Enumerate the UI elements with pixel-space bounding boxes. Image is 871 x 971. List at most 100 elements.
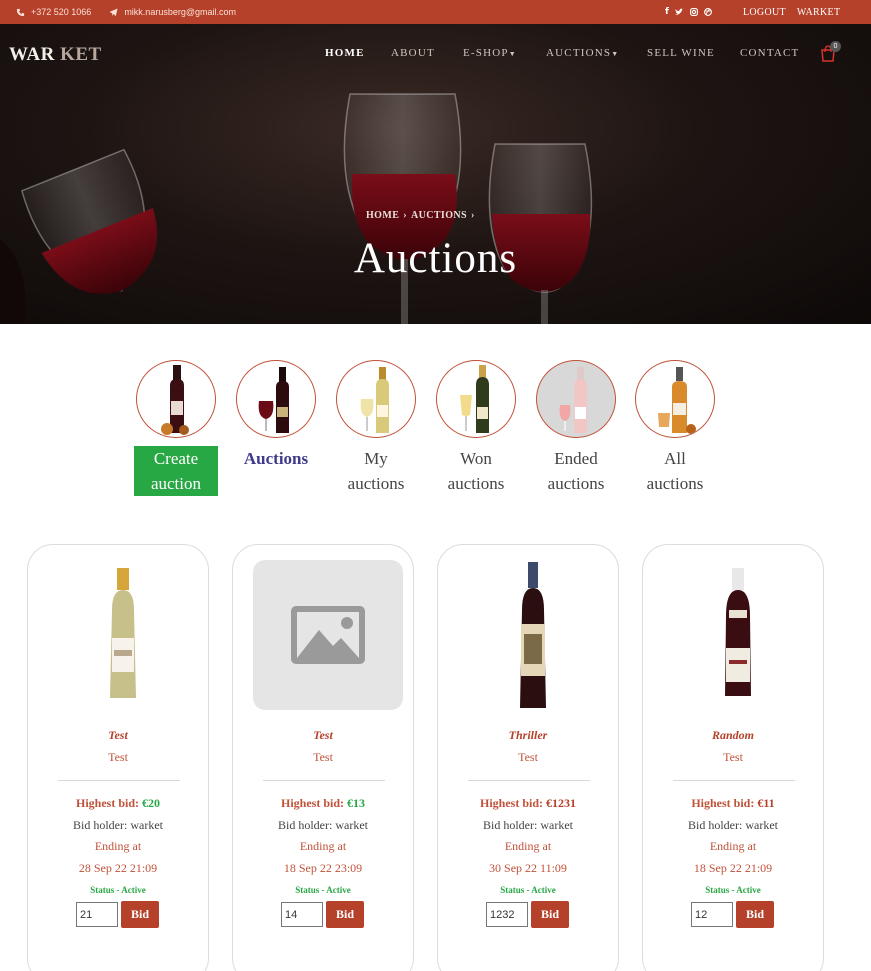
email-address[interactable]: mikk.narusberg@gmail.com	[124, 7, 236, 17]
highest-bid: Highest bid: €1231	[438, 796, 618, 811]
wine-bottle-glass-icon	[236, 360, 316, 438]
auction-title[interactable]: Test	[28, 728, 208, 743]
burgundy-bottle-image[interactable]	[663, 560, 813, 710]
social-links: f	[665, 0, 712, 24]
highest-bid-amount: €20	[142, 796, 160, 810]
bid-button[interactable]: Bid	[326, 901, 364, 928]
category-won-auctions[interactable]: Won auctions	[426, 360, 526, 496]
auction-description: Test	[723, 750, 743, 764]
user-link[interactable]: WARKET	[797, 7, 840, 18]
top-contact-bar: +372 520 1066 mikk.narusberg@gmail.com f…	[0, 0, 871, 24]
ending-date: 18 Sep 22 21:09	[693, 861, 773, 875]
divider	[58, 780, 180, 781]
highest-bid-amount: €11	[757, 796, 775, 810]
caret-down-icon: ▼	[508, 50, 517, 58]
nav-auctions[interactable]: AUCTIONS▼	[546, 47, 619, 59]
ending-date: 28 Sep 22 21:09	[78, 861, 158, 875]
dribbble-icon[interactable]	[703, 8, 712, 16]
chevron-right-icon: ›	[471, 210, 475, 221]
category-create-auction[interactable]: Create auction	[126, 360, 226, 496]
ending-label: Ending at	[504, 839, 552, 853]
breadcrumb-home[interactable]: HOME	[366, 210, 399, 221]
category-label-line1: Auctions	[243, 449, 309, 468]
bid-button[interactable]: Bid	[736, 901, 774, 928]
logout-link[interactable]: LOGOUT	[743, 7, 786, 18]
status-badge: Status - Active	[705, 885, 761, 895]
category-label-line2: auctions	[646, 474, 704, 493]
ending-date: 30 Sep 22 11:09	[489, 861, 567, 875]
contact-info: +372 520 1066 mikk.narusberg@gmail.com	[16, 0, 236, 24]
image-placeholder-icon	[291, 606, 365, 664]
twitter-icon[interactable]	[674, 8, 684, 16]
bid-form: Bid	[76, 901, 159, 928]
divider	[263, 780, 385, 781]
bid-form: Bid	[691, 901, 774, 928]
category-all-auctions[interactable]: All auctions	[625, 360, 725, 496]
auction-card: Thriller Test Highest bid: €1231 Bid hol…	[437, 544, 619, 971]
brand-part1: WAR	[9, 44, 55, 65]
bid-button[interactable]: Bid	[121, 901, 159, 928]
bid-amount-input[interactable]	[486, 902, 528, 927]
category-ended-auctions[interactable]: Ended auctions	[526, 360, 626, 496]
white-wine-bottle-image[interactable]	[48, 560, 198, 710]
auction-card: Test Test Highest bid: €20 Bid holder: w…	[27, 544, 209, 971]
red-wine-bottle-icon	[136, 360, 216, 438]
liquor-bottle-icon	[635, 360, 715, 438]
ending-label: Ending at	[299, 839, 347, 853]
account-links: LOGOUT WARKET	[743, 0, 840, 24]
caret-down-icon: ▼	[611, 50, 620, 58]
highest-bid: Highest bid: €13	[233, 796, 413, 811]
category-my-auctions[interactable]: My auctions	[326, 360, 426, 496]
status-badge: Status - Active	[500, 885, 556, 895]
auction-title[interactable]: Random	[643, 728, 823, 743]
category-label-line2: auction	[150, 474, 202, 493]
nav-contact[interactable]: CONTACT	[740, 47, 799, 59]
category-auctions[interactable]: Auctions	[226, 360, 326, 471]
auction-title[interactable]: Test	[233, 728, 413, 743]
champagne-icon	[436, 360, 516, 438]
bid-amount-input[interactable]	[281, 902, 323, 927]
page-title: Auctions	[353, 235, 518, 282]
category-label-line1: Ended	[554, 449, 598, 468]
auction-title[interactable]: Thriller	[438, 728, 618, 743]
ending-date: 18 Sep 22 23:09	[283, 861, 363, 875]
nav-eshop-label: E-SHOP	[463, 47, 509, 59]
white-wine-icon	[336, 360, 416, 438]
bid-amount-input[interactable]	[76, 902, 118, 927]
auction-description: Test	[518, 750, 538, 764]
divider	[468, 780, 590, 781]
status-badge: Status - Active	[90, 885, 146, 895]
phone-number[interactable]: +372 520 1066	[31, 7, 91, 17]
bid-form: Bid	[281, 901, 364, 928]
red-wine-bottle-image[interactable]	[458, 560, 608, 710]
rose-wine-icon	[536, 360, 616, 438]
bid-holder: Bid holder: warket	[73, 818, 163, 832]
cart-count-badge: 0	[830, 41, 841, 52]
auction-description: Test	[313, 750, 333, 764]
auction-description: Test	[108, 750, 128, 764]
bid-holder: Bid holder: warket	[278, 818, 368, 832]
bid-holder: Bid holder: warket	[483, 818, 573, 832]
nav-sell-wine[interactable]: SELL WINE	[647, 47, 715, 59]
breadcrumb: HOME › AUCTIONS ›	[366, 210, 475, 221]
highest-bid-label: Highest bid:	[691, 796, 755, 810]
brand-logo[interactable]: WAR KET	[9, 44, 102, 66]
category-label-line2: auctions	[447, 474, 505, 493]
phone-icon	[16, 8, 25, 16]
highest-bid-label: Highest bid:	[280, 796, 344, 810]
nav-about[interactable]: ABOUT	[391, 47, 435, 59]
bid-amount-input[interactable]	[691, 902, 733, 927]
highest-bid-label: Highest bid:	[75, 796, 139, 810]
facebook-icon[interactable]: f	[665, 7, 669, 17]
bid-button[interactable]: Bid	[531, 901, 569, 928]
chevron-right-icon: ›	[403, 210, 407, 221]
highest-bid-amount: €13	[347, 796, 365, 810]
category-label-line1: Won	[460, 449, 492, 468]
nav-home[interactable]: HOME	[325, 47, 365, 59]
bid-form: Bid	[486, 901, 569, 928]
instagram-icon[interactable]	[689, 8, 698, 16]
image-placeholder[interactable]	[253, 560, 403, 710]
nav-eshop[interactable]: E-SHOP▼	[463, 47, 517, 59]
breadcrumb-auctions[interactable]: AUCTIONS	[411, 210, 467, 221]
highest-bid: Highest bid: €11	[643, 796, 823, 811]
